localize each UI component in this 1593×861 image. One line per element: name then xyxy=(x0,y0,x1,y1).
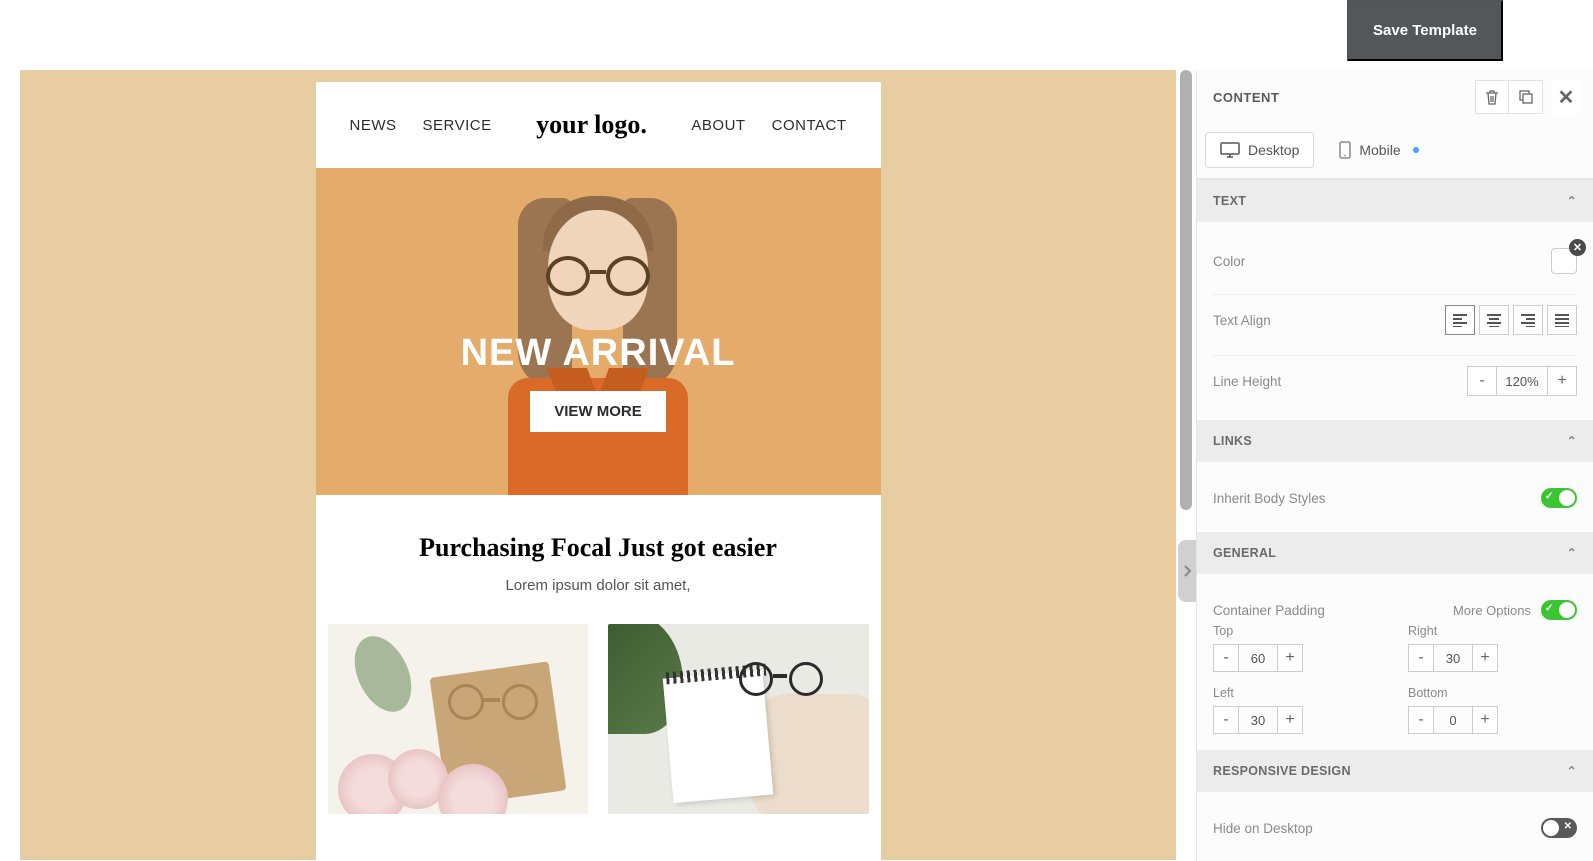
copy-icon xyxy=(1519,90,1533,104)
close-button[interactable]: ✕ xyxy=(1551,80,1581,114)
chevron-up-icon: ⌃ xyxy=(1567,546,1577,560)
section-responsive-title: RESPONSIVE DESIGN xyxy=(1213,764,1351,778)
color-clear-button[interactable]: ✕ xyxy=(1569,239,1586,256)
chevron-right-icon xyxy=(1182,564,1192,578)
sidebar-title: CONTENT xyxy=(1213,90,1279,105)
section-text-title: TEXT xyxy=(1213,194,1246,208)
product-image-2[interactable] xyxy=(608,624,869,814)
padding-bottom-label: Bottom xyxy=(1408,686,1577,700)
nav-news[interactable]: NEWS xyxy=(350,117,397,134)
nav-service[interactable]: SERVICE xyxy=(423,117,492,134)
product-image-1[interactable] xyxy=(328,624,589,814)
section-general-title: GENERAL xyxy=(1213,546,1276,560)
mobile-indicator-dot xyxy=(1413,147,1419,153)
hero-block[interactable]: NEW ARRIVAL VIEW MORE xyxy=(316,168,881,495)
align-left-button[interactable] xyxy=(1445,305,1475,335)
delete-button[interactable] xyxy=(1475,80,1509,114)
line-height-increase[interactable]: + xyxy=(1547,366,1577,396)
padding-right-label: Right xyxy=(1408,624,1577,638)
padding-left-dec[interactable]: - xyxy=(1213,706,1239,734)
align-justify-icon xyxy=(1554,313,1570,327)
hero-cta-button[interactable]: VIEW MORE xyxy=(530,391,666,432)
padding-bottom-value[interactable]: 0 xyxy=(1434,706,1472,734)
mobile-icon xyxy=(1339,141,1351,159)
canvas-checkered-bg: NEWS SERVICE your logo. ABOUT CONTACT xyxy=(20,70,1176,860)
line-height-value[interactable]: 120% xyxy=(1497,366,1547,396)
more-options-label: More Options xyxy=(1453,603,1531,618)
inherit-body-toggle[interactable]: ✓ xyxy=(1541,488,1577,508)
hide-desktop-toggle[interactable]: ✕ xyxy=(1541,818,1577,838)
section-heading[interactable]: Purchasing Focal Just got easier xyxy=(336,533,861,563)
canvas-scrollbar[interactable] xyxy=(1180,70,1194,860)
container-padding-label: Container Padding xyxy=(1213,603,1325,618)
save-template-button[interactable]: Save Template xyxy=(1347,0,1503,61)
hero-title[interactable]: NEW ARRIVAL xyxy=(461,332,736,375)
section-links-title: LINKS xyxy=(1213,434,1252,448)
sidebar-collapse-handle[interactable] xyxy=(1178,540,1196,602)
line-height-label: Line Height xyxy=(1213,374,1281,389)
more-options-toggle[interactable]: ✓ xyxy=(1541,600,1577,620)
padding-right-value[interactable]: 30 xyxy=(1434,644,1472,672)
padding-top-dec[interactable]: - xyxy=(1213,644,1239,672)
align-left-icon xyxy=(1452,313,1468,327)
nav-about[interactable]: ABOUT xyxy=(691,117,745,134)
align-right-icon xyxy=(1520,313,1536,327)
padding-bottom-inc[interactable]: + xyxy=(1472,706,1498,734)
padding-top-value[interactable]: 60 xyxy=(1239,644,1277,672)
close-icon: ✕ xyxy=(1558,85,1575,110)
hide-desktop-label: Hide on Desktop xyxy=(1213,821,1313,836)
align-right-button[interactable] xyxy=(1513,305,1543,335)
padding-right-inc[interactable]: + xyxy=(1472,644,1498,672)
padding-left-inc[interactable]: + xyxy=(1277,706,1303,734)
align-justify-button[interactable] xyxy=(1547,305,1577,335)
nav-contact[interactable]: CONTACT xyxy=(772,117,847,134)
chevron-up-icon: ⌃ xyxy=(1567,434,1577,448)
section-subtext[interactable]: Lorem ipsum dolor sit amet, xyxy=(336,577,861,594)
text-align-label: Text Align xyxy=(1213,313,1271,328)
inherit-body-label: Inherit Body Styles xyxy=(1213,491,1326,506)
align-center-icon xyxy=(1486,313,1502,327)
padding-left-value[interactable]: 30 xyxy=(1239,706,1277,734)
duplicate-button[interactable] xyxy=(1509,80,1543,114)
tab-desktop-label: Desktop xyxy=(1248,142,1299,158)
chevron-up-icon: ⌃ xyxy=(1567,194,1577,208)
padding-top-inc[interactable]: + xyxy=(1277,644,1303,672)
text-section[interactable]: Purchasing Focal Just got easier Lorem i… xyxy=(316,495,881,624)
text-align-group xyxy=(1445,305,1577,335)
email-template[interactable]: NEWS SERVICE your logo. ABOUT CONTACT xyxy=(316,82,881,860)
desktop-icon xyxy=(1220,142,1240,158)
tab-desktop[interactable]: Desktop xyxy=(1205,132,1314,168)
scrollbar-thumb[interactable] xyxy=(1180,70,1192,510)
email-nav: NEWS SERVICE your logo. ABOUT CONTACT xyxy=(316,82,881,168)
trash-icon xyxy=(1485,89,1499,105)
section-links-header[interactable]: LINKS ⌃ xyxy=(1197,420,1593,462)
section-responsive-header[interactable]: RESPONSIVE DESIGN ⌃ xyxy=(1197,750,1593,792)
padding-bottom-dec[interactable]: - xyxy=(1408,706,1434,734)
color-label: Color xyxy=(1213,254,1245,269)
line-height-decrease[interactable]: - xyxy=(1467,366,1497,396)
section-text-header[interactable]: TEXT ⌃ xyxy=(1197,180,1593,222)
padding-right-dec[interactable]: - xyxy=(1408,644,1434,672)
align-center-button[interactable] xyxy=(1479,305,1509,335)
tab-mobile[interactable]: Mobile xyxy=(1324,132,1433,168)
line-height-stepper: - 120% + xyxy=(1467,366,1577,396)
logo-text[interactable]: your logo. xyxy=(536,110,647,140)
properties-sidebar: CONTENT ✕ Desktop Mobile xyxy=(1196,70,1593,861)
padding-top-label: Top xyxy=(1213,624,1382,638)
product-row[interactable] xyxy=(316,624,881,814)
chevron-up-icon: ⌃ xyxy=(1567,764,1577,778)
email-outer-bg[interactable]: NEWS SERVICE your logo. ABOUT CONTACT xyxy=(20,70,1176,860)
tab-mobile-label: Mobile xyxy=(1359,142,1400,158)
canvas-area: NEWS SERVICE your logo. ABOUT CONTACT xyxy=(0,70,1196,861)
section-general-header[interactable]: GENERAL ⌃ xyxy=(1197,532,1593,574)
padding-left-label: Left xyxy=(1213,686,1382,700)
